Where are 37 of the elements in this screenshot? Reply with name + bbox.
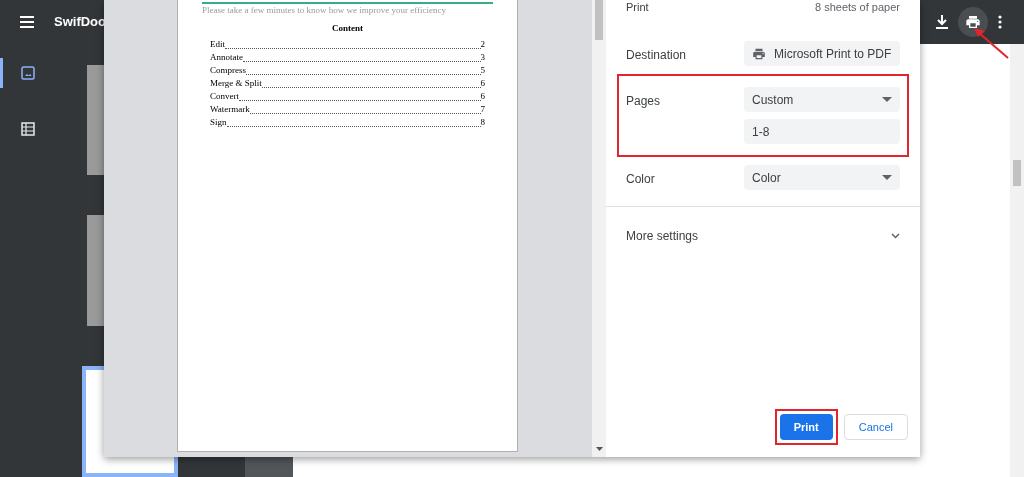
menu-icon[interactable]: [20, 16, 34, 28]
chevron-icon: [891, 233, 900, 239]
dropdown-select[interactable]: Microsoft Print to PDF: [744, 41, 900, 66]
annotation-arrow: [972, 26, 1010, 60]
toc-entry: Watermark 7: [210, 103, 485, 115]
print-button[interactable]: [958, 7, 988, 37]
toc-entry: Edit 2: [210, 38, 485, 50]
toc-entry: Convert 6: [210, 90, 485, 102]
toc-entry: Annotate 3: [210, 51, 485, 63]
more-settings-toggle[interactable]: More settings: [606, 207, 920, 265]
toc-entry: Compress 5: [210, 64, 485, 76]
preview-subtitle: Please take a few minutes to know how we improve your efficiency: [202, 5, 447, 16]
dialog-title: Print: [626, 1, 649, 13]
list-icon: [21, 122, 35, 136]
sheet-count: 8 sheets of paper: [815, 1, 900, 13]
dropdown-select[interactable]: Color: [744, 165, 900, 190]
image-icon: [21, 66, 35, 80]
scroll-down-icon[interactable]: [595, 447, 603, 451]
scrollbar-thumb[interactable]: [1013, 160, 1021, 186]
download-icon[interactable]: [936, 15, 948, 29]
document-title: SwifDoo: [54, 13, 106, 32]
page-range-field[interactable]: 1-8: [744, 119, 900, 144]
print-confirm-button[interactable]: Print: [779, 414, 833, 440]
dropdown-caret-icon: [882, 97, 892, 102]
printer-icon: [965, 14, 981, 30]
printer-icon: [752, 46, 766, 61]
toc-entry: Sign 8: [210, 116, 485, 128]
setting-label: Destination: [626, 47, 688, 64]
scrollbar-thumb[interactable]: [595, 0, 603, 40]
preview-heading: Content: [331, 22, 364, 35]
setting-label: Color: [626, 171, 656, 188]
cancel-button[interactable]: Cancel: [843, 414, 908, 440]
toc-entry: Merge & Split 6: [210, 77, 485, 89]
more-options-icon[interactable]: [998, 15, 1002, 29]
dropdown-caret-icon: [882, 175, 892, 180]
dropdown-select[interactable]: Custom: [744, 87, 900, 112]
setting-label: Pages: [626, 93, 662, 110]
